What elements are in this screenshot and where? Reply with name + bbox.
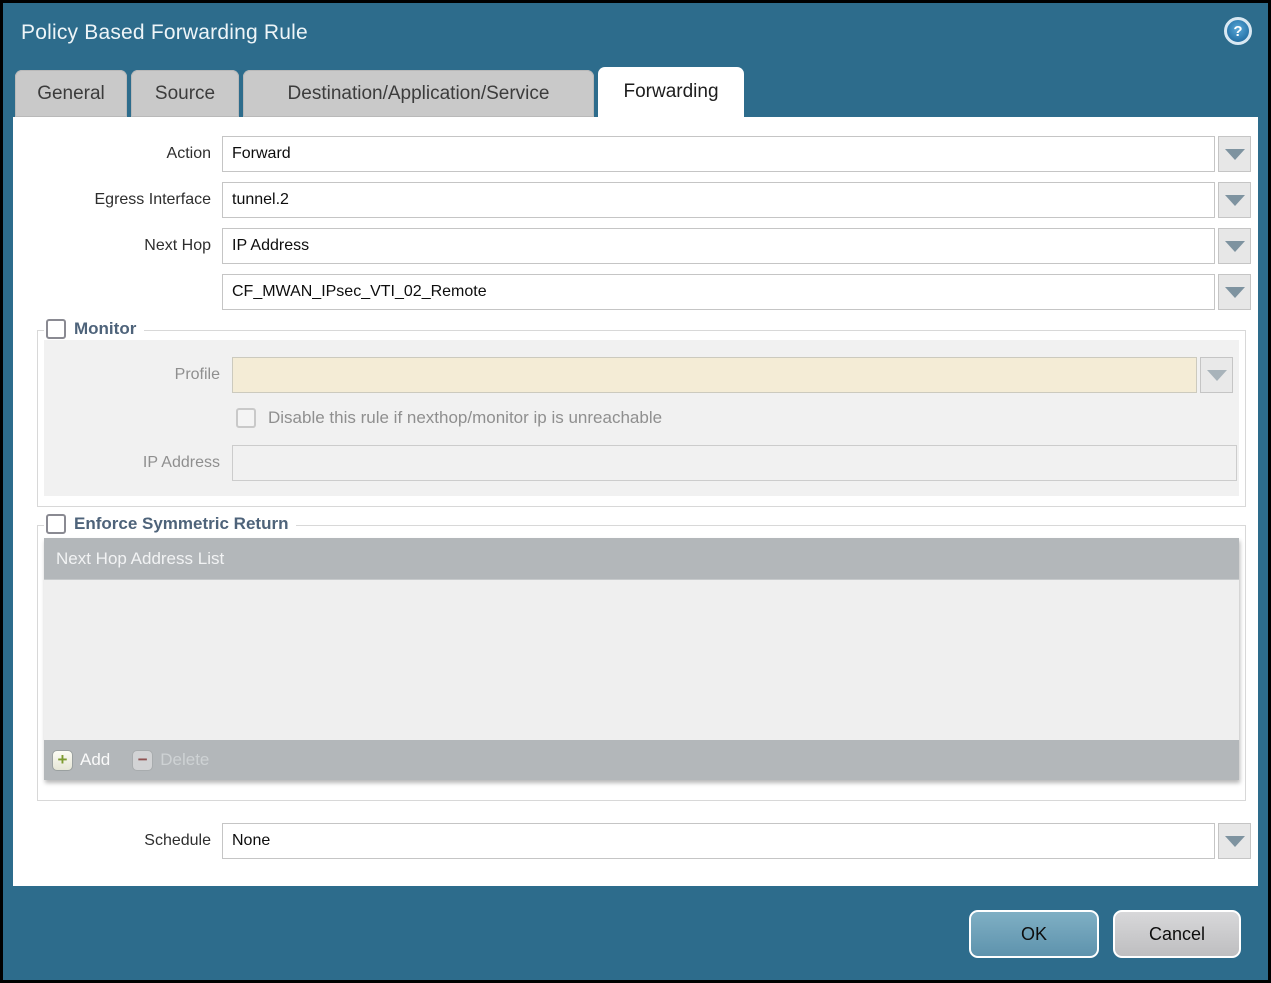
next-hop-address-list-header: Next Hop Address List (44, 538, 1239, 580)
add-button[interactable]: + Add (52, 750, 110, 771)
help-icon[interactable]: ? (1224, 17, 1252, 45)
profile-label: Profile (44, 366, 220, 384)
next-hop-address-select[interactable]: CF_MWAN_IPsec_VTI_02_Remote (222, 274, 1215, 310)
tab-source[interactable]: Source (131, 70, 239, 117)
next-hop-row: Next Hop IP Address (13, 228, 1251, 264)
monitor-ip-address-row: IP Address (44, 445, 1237, 481)
monitor-checkbox[interactable] (46, 319, 66, 339)
delete-button-label: Delete (160, 750, 209, 770)
next-hop-address-dropdown-button[interactable] (1218, 274, 1251, 310)
cancel-button[interactable]: Cancel (1113, 910, 1241, 958)
next-hop-type-dropdown-button[interactable] (1218, 228, 1251, 264)
action-label: Action (13, 145, 211, 163)
monitor-legend: Monitor (44, 319, 144, 339)
disable-rule-checkbox (236, 408, 256, 428)
delete-button: − Delete (132, 750, 209, 771)
policy-based-forwarding-dialog: Policy Based Forwarding Rule ? General S… (3, 3, 1268, 980)
action-row: Action Forward (13, 136, 1251, 172)
profile-dropdown-button (1200, 357, 1233, 393)
next-hop-address-list-table: Next Hop Address List + Add − Delete (44, 538, 1239, 780)
ok-button[interactable]: OK (969, 910, 1099, 958)
monitor-panel: Profile Disable this rule if nexthop/mon… (44, 340, 1239, 496)
next-hop-address-row: CF_MWAN_IPsec_VTI_02_Remote (13, 274, 1251, 310)
chevron-down-icon (1225, 836, 1245, 847)
action-select[interactable]: Forward (222, 136, 1215, 172)
dialog-footer: OK Cancel (3, 886, 1268, 980)
schedule-label: Schedule (13, 832, 211, 850)
next-hop-address-list-body[interactable] (44, 580, 1239, 740)
action-dropdown-button[interactable] (1218, 136, 1251, 172)
page-title: Policy Based Forwarding Rule (21, 21, 308, 45)
tab-forwarding[interactable]: Forwarding (598, 67, 744, 117)
next-hop-label: Next Hop (13, 237, 211, 255)
profile-select (232, 357, 1197, 393)
profile-row: Profile (44, 357, 1233, 393)
enforce-symmetric-return-fieldset: Enforce Symmetric Return Next Hop Addres… (37, 525, 1246, 801)
next-hop-address-list-footer: + Add − Delete (44, 740, 1239, 780)
tab-bar: General Source Destination/Application/S… (15, 67, 744, 117)
egress-interface-select[interactable]: tunnel.2 (222, 182, 1215, 218)
monitor-fieldset: Monitor Profile Disable this rule if nex… (37, 330, 1246, 507)
enforce-symmetric-return-legend: Enforce Symmetric Return (44, 514, 296, 534)
minus-icon: − (132, 750, 153, 771)
egress-interface-label: Egress Interface (13, 191, 211, 209)
schedule-row: Schedule None (13, 823, 1251, 859)
add-button-label: Add (80, 750, 110, 770)
monitor-ip-address-input (232, 445, 1237, 481)
disable-rule-row: Disable this rule if nexthop/monitor ip … (236, 405, 1239, 431)
tab-destination-application-service[interactable]: Destination/Application/Service (243, 70, 594, 117)
egress-interface-dropdown-button[interactable] (1218, 182, 1251, 218)
monitor-legend-label: Monitor (74, 319, 136, 339)
tab-general[interactable]: General (15, 70, 127, 117)
monitor-ip-address-label: IP Address (44, 454, 220, 472)
egress-interface-row: Egress Interface tunnel.2 (13, 182, 1251, 218)
chevron-down-icon (1225, 195, 1245, 206)
chevron-down-icon (1207, 370, 1227, 381)
next-hop-type-select[interactable]: IP Address (222, 228, 1215, 264)
forwarding-tab-panel: Action Forward Egress Interface tunnel.2… (13, 117, 1258, 886)
title-bar: Policy Based Forwarding Rule ? (3, 3, 1268, 67)
disable-rule-label: Disable this rule if nexthop/monitor ip … (268, 408, 662, 428)
enforce-symmetric-return-checkbox[interactable] (46, 514, 66, 534)
chevron-down-icon (1225, 241, 1245, 252)
enforce-symmetric-return-legend-label: Enforce Symmetric Return (74, 514, 288, 534)
chevron-down-icon (1225, 287, 1245, 298)
schedule-select[interactable]: None (222, 823, 1215, 859)
schedule-dropdown-button[interactable] (1218, 823, 1251, 859)
chevron-down-icon (1225, 149, 1245, 160)
plus-icon: + (52, 750, 73, 771)
